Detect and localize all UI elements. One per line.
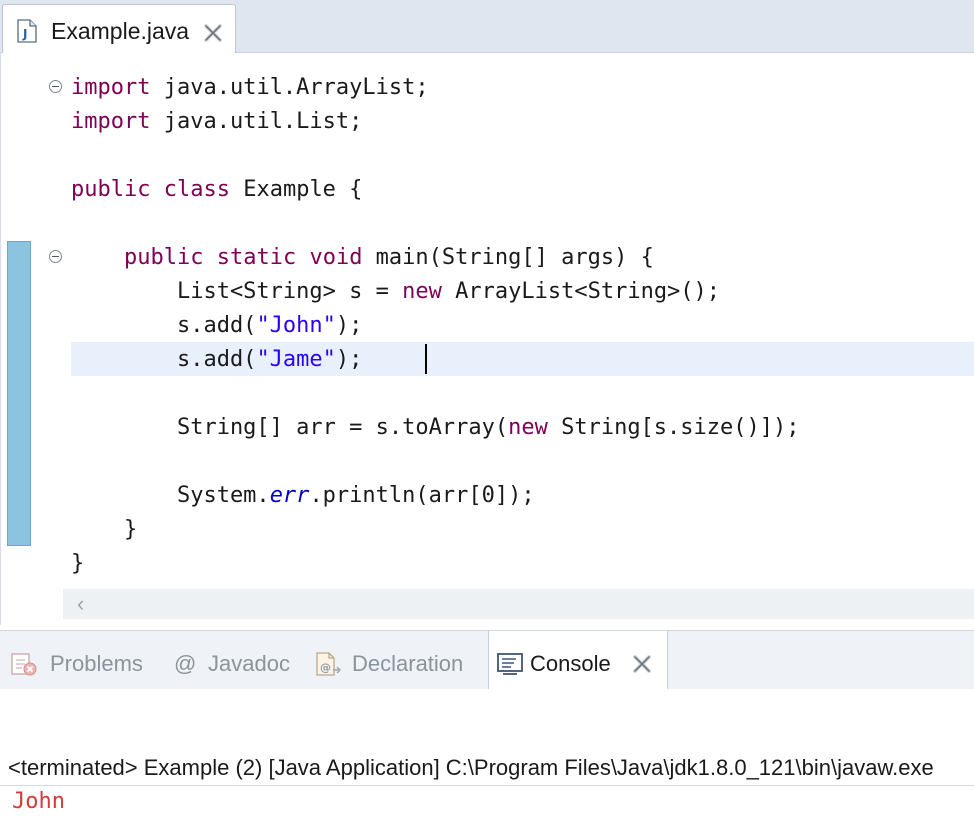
console-icon: [497, 653, 523, 675]
code-text: java.util.ArrayList;: [150, 75, 429, 100]
keyword: public: [71, 177, 151, 202]
tab-javadoc[interactable]: @ Javadoc: [162, 631, 302, 689]
code-line: System.err.println(arr[0]);: [71, 479, 535, 513]
tab-problems[interactable]: Problems: [0, 631, 162, 689]
at-icon: @: [174, 651, 197, 676]
close-icon[interactable]: [631, 653, 653, 675]
code-line: String[] arr = s.toArray(new String[s.si…: [71, 411, 800, 445]
code-text: }: [71, 551, 85, 576]
code-text: .println(arr[0]);: [309, 483, 535, 508]
string-literal: "John": [256, 313, 336, 338]
keyword: import: [71, 75, 151, 100]
tab-label: Javadoc: [208, 651, 290, 676]
code-line: import java.util.List;: [71, 105, 362, 139]
svg-text:@: @: [320, 661, 331, 674]
text-caret: [425, 344, 427, 374]
tab-console[interactable]: Console: [488, 631, 668, 689]
code-line: import java.util.ArrayList;: [71, 71, 429, 105]
change-ruler: [7, 241, 31, 546]
code-text: main(String[] args) {: [362, 245, 654, 270]
tab-label: Problems: [50, 651, 143, 676]
code-text: }: [71, 517, 138, 542]
scroll-left-icon[interactable]: ‹: [77, 589, 84, 619]
code-text: String[s.size()]);: [547, 415, 800, 440]
code-text: List<String> s =: [71, 279, 403, 304]
editor-tab-label: Example.java: [51, 18, 190, 44]
editor-tab-example-java[interactable]: J Example.java: [2, 4, 236, 53]
console-process-label: <terminated> Example (2) [Java Applicati…: [8, 755, 934, 780]
code-text: s.add(: [71, 347, 257, 372]
console-view[interactable]: <terminated> Example (2) [Java Applicati…: [0, 689, 974, 830]
code-line: s.add("Jame");: [71, 343, 362, 377]
tab-declaration[interactable]: @ Declaration: [302, 631, 488, 689]
static-field: err: [269, 483, 310, 508]
code-line: s.add("John");: [71, 309, 362, 343]
declaration-icon: @: [316, 652, 341, 676]
code-text: Example {: [229, 177, 363, 202]
keyword: new: [508, 415, 548, 440]
console-output-line: John: [12, 789, 65, 814]
keyword: public: [123, 245, 204, 270]
keyword: class: [163, 177, 230, 202]
code-text: java.util.List;: [150, 109, 363, 134]
code-text: s.add(: [71, 313, 257, 338]
code-text: System.: [71, 483, 270, 508]
console-divider: [0, 785, 974, 786]
keyword: void: [309, 245, 363, 270]
view-tab-bar: Problems @ Javadoc @ Declaration Console: [0, 630, 974, 689]
close-icon[interactable]: [202, 22, 224, 44]
code-line: }: [71, 547, 84, 581]
code-line: public class Example {: [71, 173, 362, 207]
keyword: new: [402, 279, 442, 304]
horizontal-scrollbar[interactable]: ‹: [63, 589, 974, 619]
code-line: }: [71, 513, 137, 547]
editor-tab-bar: J Example.java: [0, 0, 974, 53]
code-line: List<String> s = new ArrayList<String>()…: [71, 275, 720, 309]
problems-icon: [11, 653, 37, 676]
code-text: );: [335, 347, 363, 372]
fold-collapse-icon[interactable]: [49, 250, 62, 263]
keyword: import: [71, 109, 151, 134]
code-text: String[] arr = s.toArray(: [71, 415, 509, 440]
java-file-icon: J: [17, 19, 37, 43]
svg-text:J: J: [22, 27, 27, 41]
tab-label: Console: [530, 651, 611, 676]
code-line: public static void main(String[] args) {: [71, 241, 654, 275]
code-text: ArrayList<String>();: [441, 279, 721, 304]
code-editor[interactable]: import java.util.ArrayList; import java.…: [0, 53, 974, 625]
tab-label: Declaration: [352, 651, 464, 676]
string-literal: "Jame": [256, 347, 336, 372]
keyword: static: [216, 245, 297, 270]
fold-collapse-icon[interactable]: [49, 80, 62, 93]
code-text: );: [335, 313, 363, 338]
